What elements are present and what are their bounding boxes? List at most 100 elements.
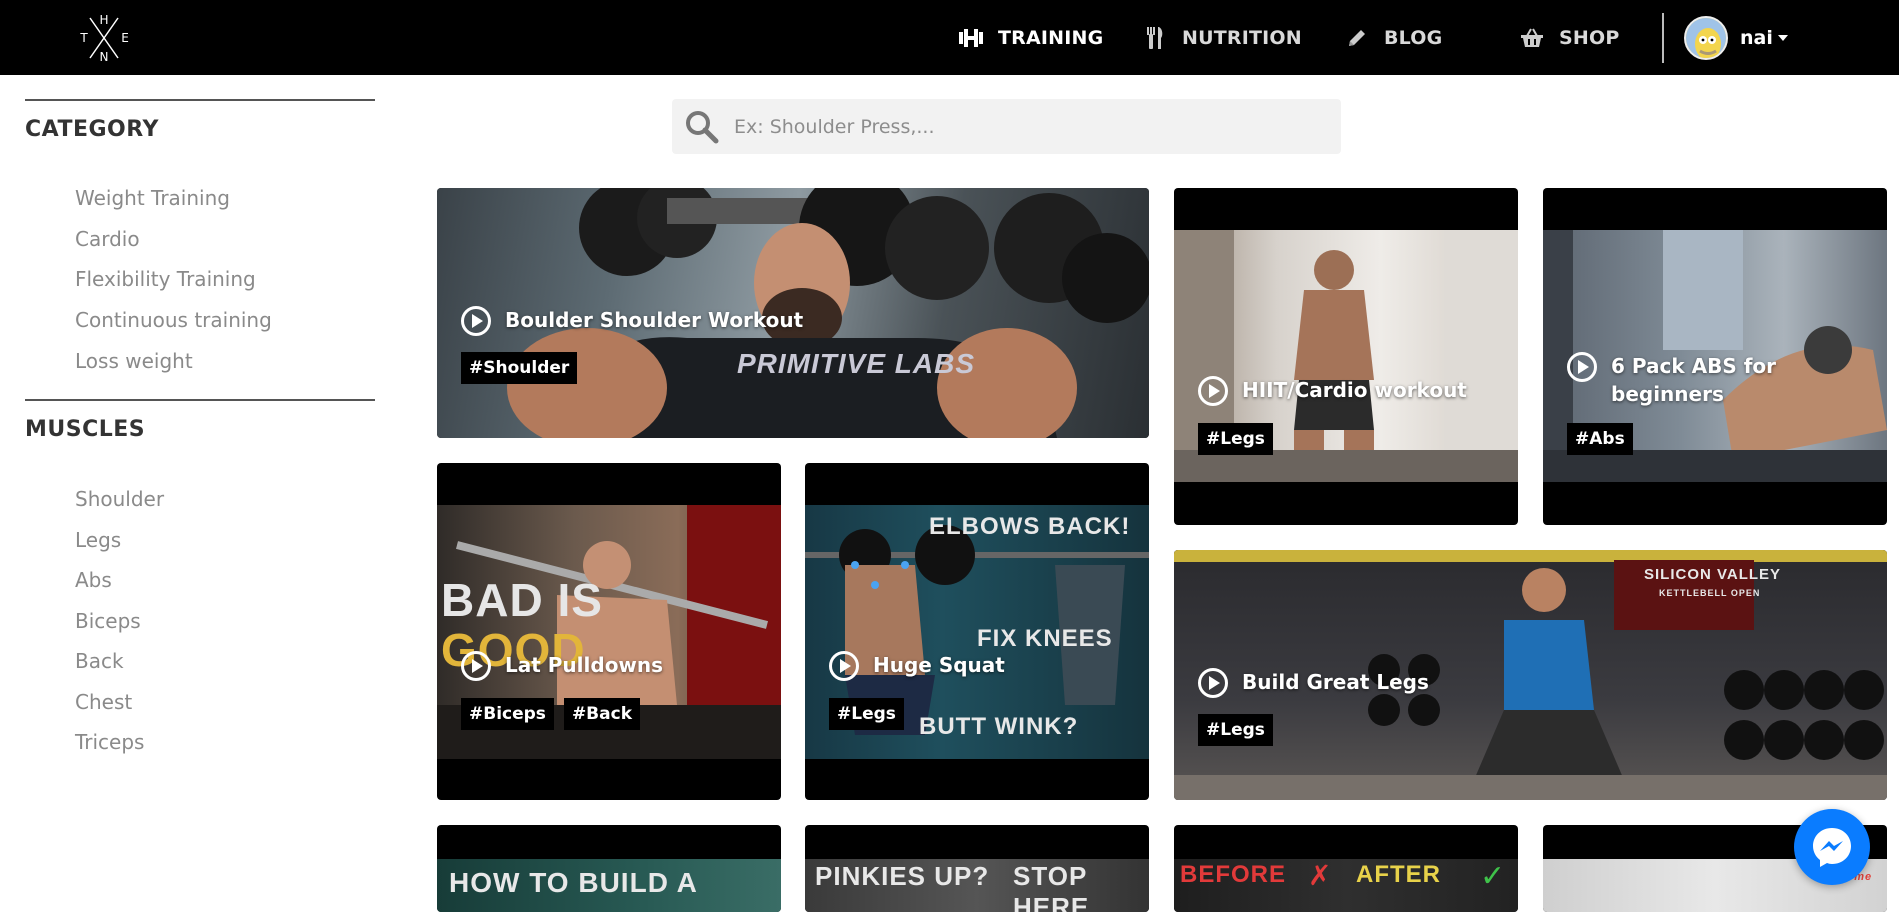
thumbnail-caption: KETTLEBELL OPEN: [1659, 588, 1761, 598]
category-item[interactable]: Continuous training: [75, 308, 272, 332]
search-icon[interactable]: [684, 109, 720, 145]
tag-badge[interactable]: #Legs: [1198, 423, 1273, 455]
nav-shop[interactable]: SHOP: [1519, 0, 1619, 75]
dumbbell-icon: [958, 25, 984, 51]
tag-list: #Biceps #Back: [461, 698, 640, 730]
workout-title: Boulder Shoulder Workout: [505, 308, 804, 332]
check-mark-icon: ✓: [1480, 859, 1506, 894]
messenger-chat-button[interactable]: [1794, 809, 1870, 885]
muscles-heading: MUSCLES: [25, 417, 146, 442]
workout-card[interactable]: SILICON VALLEY KETTLEBELL OPEN Build Gre…: [1174, 550, 1887, 800]
workout-title-row: HIIT/Cardio workout: [1198, 376, 1467, 406]
muscle-item[interactable]: Legs: [75, 528, 121, 552]
nav-blog-label: BLOG: [1384, 26, 1443, 49]
top-navbar: H T E N TRAINING NUTRITION BLOG SHOP nai: [0, 0, 1899, 75]
workout-card[interactable]: BAD IS GOOD Lat Pulldowns #Biceps #Back: [437, 463, 781, 800]
username-label: nai: [1740, 26, 1773, 49]
workout-title: 6 Pack ABS for beginners: [1611, 354, 1777, 406]
muscle-item[interactable]: Abs: [75, 568, 112, 592]
workout-title-row: 6 Pack ABS for beginners: [1567, 352, 1867, 408]
tag-list: #Legs: [829, 698, 904, 730]
site-logo[interactable]: H T E N: [76, 12, 132, 64]
tag-badge[interactable]: #Shoulder: [461, 352, 578, 384]
muscle-item[interactable]: Shoulder: [75, 487, 164, 511]
play-icon: [1198, 376, 1228, 406]
thumbnail-caption: BUTT WINK?: [919, 713, 1079, 740]
tag-list: #Abs: [1567, 423, 1633, 455]
thumbnail-caption: BEFORE: [1180, 861, 1287, 888]
tag-badge[interactable]: #Abs: [1567, 423, 1633, 455]
workout-card[interactable]: HOW TO BUILD A: [437, 825, 781, 912]
category-heading: CATEGORY: [25, 117, 159, 142]
workout-card[interactable]: ELBOWS BACK! FIX KNEES BUTT WINK? Huge S…: [805, 463, 1149, 800]
tag-badge[interactable]: #Back: [563, 698, 640, 730]
logo-letter-e: E: [121, 31, 129, 45]
thumbnail-caption: STOP HERE: [1013, 861, 1090, 912]
workout-title: Lat Pulldowns: [505, 653, 664, 677]
tag-badge[interactable]: #Legs: [829, 698, 904, 730]
user-menu[interactable]: nai: [1740, 0, 1788, 75]
nav-training-label: TRAINING: [998, 26, 1104, 49]
workout-title-row: Build Great Legs: [1198, 668, 1429, 698]
workout-thumbnail: PINKIES UP? STOP HERE: [805, 859, 1149, 912]
workout-thumbnail: HOW TO BUILD A: [437, 859, 781, 912]
user-avatar[interactable]: [1684, 16, 1728, 60]
workout-card[interactable]: PINKIES UP? STOP HERE: [805, 825, 1149, 912]
category-item[interactable]: Loss weight: [75, 349, 193, 373]
thumbnail-caption: HOW TO BUILD A: [449, 867, 698, 898]
chevron-down-icon: [1777, 34, 1788, 41]
nav-shop-label: SHOP: [1559, 26, 1620, 49]
category-item[interactable]: Flexibility Training: [75, 267, 256, 291]
workout-card[interactable]: PRIMITIVE LABS Boulder Shoulder Workout …: [437, 188, 1149, 438]
sidebar-divider: [25, 99, 375, 101]
thumbnail-caption: PRIMITIVE LABS: [737, 348, 976, 379]
thumbnail-caption: ELBOWS BACK!: [929, 513, 1131, 540]
category-item[interactable]: Weight Training: [75, 186, 230, 210]
nav-divider: [1662, 13, 1664, 63]
play-icon: [461, 651, 491, 681]
logo-letter-t: T: [79, 31, 88, 45]
muscle-item[interactable]: Back: [75, 649, 124, 673]
thumbnail-caption: SILICON VALLEY: [1644, 566, 1782, 583]
workout-card[interactable]: 6 Pack ABS for beginners #Abs: [1543, 188, 1887, 525]
play-icon: [1567, 352, 1597, 382]
thumbnail-caption: AFTER: [1356, 861, 1441, 888]
workout-title: Huge Squat: [873, 653, 1005, 677]
workout-title-row: Lat Pulldowns: [461, 651, 663, 681]
search-input[interactable]: [734, 115, 1294, 138]
fork-knife-icon: [1142, 25, 1168, 51]
tag-list: #Shoulder: [461, 352, 578, 384]
logo-letter-n: N: [100, 50, 109, 64]
nav-nutrition[interactable]: NUTRITION: [1142, 0, 1302, 75]
tag-list: #Legs: [1198, 714, 1273, 746]
workout-title-row: Boulder Shoulder Workout: [461, 306, 803, 336]
muscle-item[interactable]: Chest: [75, 690, 132, 714]
search-bar: [672, 99, 1341, 154]
thumbnail-caption: FIX KNEES: [977, 625, 1113, 652]
play-icon: [461, 306, 491, 336]
category-item[interactable]: Cardio: [75, 227, 140, 251]
tag-list: #Legs: [1198, 423, 1273, 455]
play-icon: [1198, 668, 1228, 698]
tag-badge[interactable]: #Legs: [1198, 714, 1273, 746]
workout-title-row: Huge Squat: [829, 651, 1005, 681]
sidebar-divider: [25, 399, 375, 401]
logo-letter-h: H: [99, 13, 108, 27]
muscle-item[interactable]: Biceps: [75, 609, 141, 633]
play-icon: [829, 651, 859, 681]
workout-card[interactable]: BEFORE ✗ AFTER ✓: [1174, 825, 1518, 912]
x-mark-icon: ✗: [1308, 859, 1332, 892]
workout-title: Build Great Legs: [1242, 670, 1429, 694]
nav-training[interactable]: TRAINING: [958, 0, 1103, 75]
muscle-item[interactable]: Triceps: [75, 730, 144, 754]
workout-card[interactable]: HIIT/Cardio workout #Legs: [1174, 188, 1518, 525]
nav-nutrition-label: NUTRITION: [1182, 26, 1302, 49]
basket-icon: [1519, 25, 1545, 51]
nav-blog[interactable]: BLOG: [1344, 0, 1442, 75]
tag-badge[interactable]: #Biceps: [461, 698, 554, 730]
workout-thumbnail: BEFORE ✗ AFTER ✓: [1174, 859, 1518, 912]
pencil-icon: [1344, 25, 1370, 51]
messenger-icon: [1813, 828, 1851, 867]
workout-title: HIIT/Cardio workout: [1242, 378, 1467, 402]
thumbnail-caption: PINKIES UP?: [815, 861, 990, 891]
